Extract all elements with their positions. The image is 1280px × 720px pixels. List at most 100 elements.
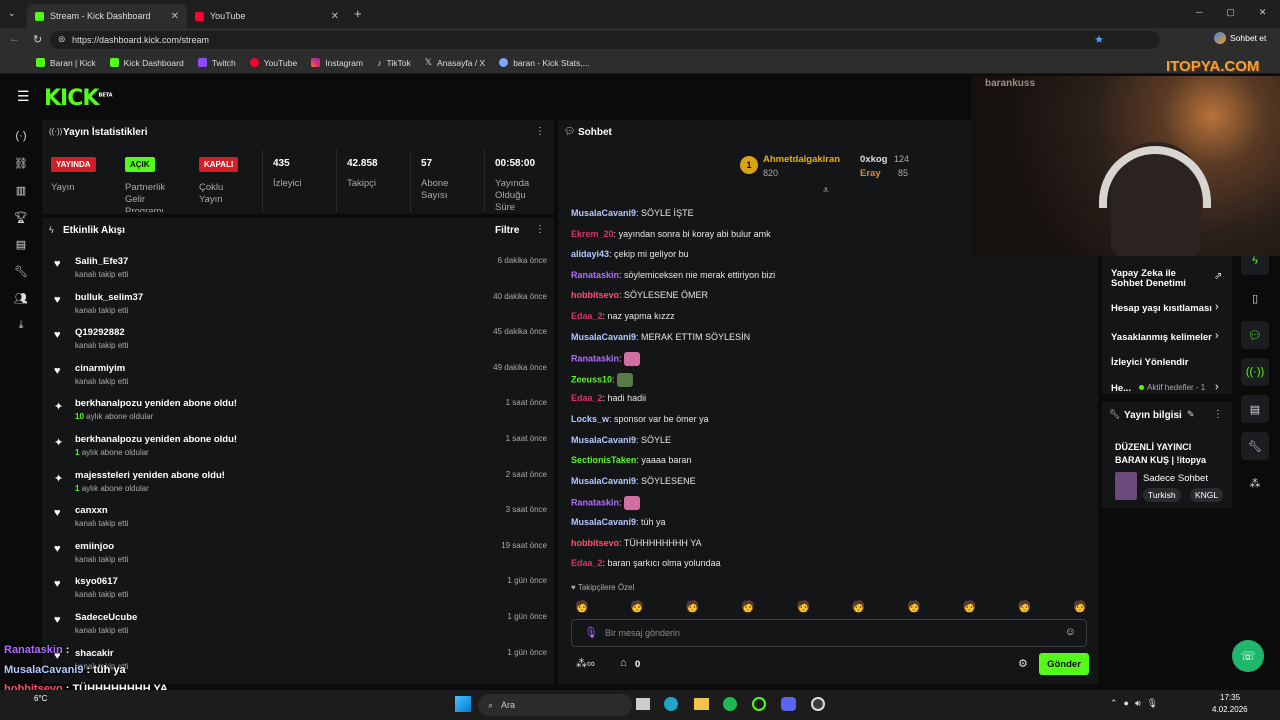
maximize-icon[interactable]: ▢ — [1226, 7, 1235, 18]
ai-moderation-item[interactable]: Yapay Zeka ile Sohbet Denetimi — [1111, 269, 1206, 289]
emote-icon[interactable]: 🧑 — [1018, 600, 1032, 613]
emoji-icon[interactable]: ☺ — [1065, 626, 1076, 638]
activity-username[interactable]: SadeceUcube — [75, 612, 137, 623]
chat-username[interactable]: alidayi43 — [571, 249, 609, 259]
chevron-right-icon[interactable]: › — [1215, 330, 1219, 342]
close-tab-icon[interactable]: ✕ — [171, 11, 179, 22]
activity-username[interactable]: berkhanalpozu yeniden abone oldu! — [75, 434, 237, 445]
activity-username[interactable]: ksyo0617 — [75, 576, 118, 587]
points-icon[interactable]: ⁂ — [1241, 469, 1269, 497]
leader-name[interactable]: Ahmetdalgakiran — [763, 154, 840, 165]
channel-points-icon[interactable]: ⁂∞ — [576, 657, 595, 670]
back-icon[interactable]: ← — [9, 33, 20, 45]
chat-settings-icon[interactable]: ⚙ — [1018, 657, 1028, 670]
chat-username[interactable]: Ekrem_20 — [571, 229, 614, 239]
close-tab-icon[interactable]: ✕ — [331, 11, 339, 22]
start-icon[interactable] — [455, 696, 471, 712]
chat-username[interactable]: Edaa_2 — [571, 311, 603, 321]
activity-username[interactable]: majessteleri yeniden abone oldu! — [75, 470, 225, 481]
taskbar-search[interactable]: ⌕ Ara — [478, 694, 632, 716]
spotify-icon[interactable] — [723, 697, 737, 711]
chat-username[interactable]: SectionisTaken — [571, 455, 636, 465]
tab-menu-icon[interactable]: ⌄ — [8, 8, 16, 19]
tab-youtube[interactable]: YouTube ✕ — [187, 4, 347, 28]
scroll-down-icon[interactable]: ⩡ — [823, 185, 829, 196]
emote-icon[interactable]: 🧑 — [686, 600, 700, 613]
leader-name[interactable]: 0xkog — [860, 154, 887, 165]
chat-username[interactable]: hobbitsevo — [571, 538, 619, 548]
filter-button[interactable]: Filtre — [495, 225, 519, 236]
emote-icon[interactable]: 🧑 — [796, 600, 810, 613]
emote-icon[interactable]: 🧑 — [907, 600, 921, 613]
chat-username[interactable]: MusalaCavani9 — [571, 476, 636, 486]
chat-username[interactable]: Ranataskin — [571, 498, 619, 508]
store-icon[interactable]: ⌂ — [620, 657, 627, 669]
leader-name[interactable]: Eray — [860, 168, 881, 179]
send-button[interactable]: Gönder — [1039, 653, 1089, 675]
taskview-icon[interactable] — [636, 698, 650, 710]
category-name[interactable]: Sadece Sohbet — [1143, 473, 1208, 484]
help-button[interactable]: ☏ — [1232, 640, 1264, 672]
chat-username[interactable]: Edaa_2 — [571, 558, 603, 568]
more-options-icon[interactable]: ⋮ — [1213, 409, 1223, 420]
stream-icon[interactable]: (·) — [14, 130, 28, 144]
favorite-star-icon[interactable]: ★ — [1094, 33, 1104, 46]
activity-username[interactable]: Salih_Efe37 — [75, 256, 128, 267]
bookmark-x[interactable]: 𝕏 Anasayfa / X — [425, 57, 485, 68]
activity-username[interactable]: bulluk_selim37 — [75, 292, 143, 303]
discord-icon[interactable] — [781, 697, 796, 711]
file-explorer-icon[interactable] — [694, 698, 709, 710]
analytics-icon[interactable]: ▥ — [14, 184, 28, 198]
external-link-icon[interactable]: ⇗ — [1214, 271, 1222, 282]
goals-label[interactable]: He... — [1111, 383, 1131, 394]
chat-username[interactable]: Locks_w — [571, 414, 609, 424]
more-options-icon[interactable]: ⋮ — [535, 126, 545, 137]
activity-username[interactable]: Q19292882 — [75, 327, 125, 338]
account-age-item[interactable]: Hesap yaşı kısıtlaması — [1111, 303, 1212, 314]
users-icon[interactable]: 👥︎ — [14, 292, 28, 306]
bookmark-twitch[interactable]: Twitch — [197, 58, 236, 68]
edit-icon[interactable]: ✎ — [1187, 409, 1195, 420]
upload-icon[interactable]: ⤓ — [14, 319, 28, 333]
broadcast-icon[interactable]: ((·)) — [1241, 358, 1269, 386]
microphone-icon[interactable]: 🎙︎ — [584, 626, 598, 639]
bookmark-instagram[interactable]: Instagram — [311, 58, 363, 68]
chat-input[interactable]: 🎙︎ Bir mesaj gönderin ☺ — [571, 619, 1087, 647]
link-icon[interactable]: ⛓ — [14, 157, 28, 171]
bookmark-baran-kick[interactable]: Baran | Kick — [36, 58, 96, 68]
chevron-right-icon[interactable]: › — [1215, 381, 1219, 393]
obs-icon[interactable] — [811, 697, 825, 711]
new-tab-icon[interactable]: + — [354, 6, 362, 21]
tab-kick-dashboard[interactable]: Stream - Kick Dashboard ✕ — [27, 4, 187, 28]
close-window-icon[interactable]: ✕ — [1259, 7, 1267, 18]
activity-username[interactable]: emiinjoo — [75, 541, 114, 552]
chat-username[interactable]: Ranataskin — [571, 270, 619, 280]
chat-username[interactable]: MusalaCavani9 — [571, 435, 636, 445]
activity-username[interactable]: berkhanalpozu yeniden abone oldu! — [75, 398, 237, 409]
app-icon[interactable] — [752, 697, 766, 711]
hamburger-menu-icon[interactable]: ☰ — [17, 88, 30, 105]
bookmark-kick-dashboard[interactable]: Kick Dashboard — [109, 58, 184, 68]
reload-icon[interactable]: ↻ — [33, 33, 42, 46]
layout-icon[interactable]: ▤ — [1241, 395, 1269, 423]
chat-username[interactable]: hobbitsevo — [571, 290, 619, 300]
chat-icon[interactable]: 💬︎ — [1241, 321, 1269, 349]
chat-username[interactable]: MusalaCavani9 — [571, 517, 636, 527]
chat-username[interactable]: Zeeuss10 — [571, 374, 612, 384]
tag-chip[interactable]: KNGL — [1190, 488, 1224, 502]
chat-username[interactable]: MusalaCavani9 — [571, 332, 636, 342]
chat-username[interactable]: MusalaCavani9 — [571, 208, 636, 218]
banned-words-item[interactable]: Yasaklanmış kelimeler — [1111, 332, 1212, 343]
emote-icon[interactable]: 🧑 — [852, 600, 866, 613]
more-options-icon[interactable]: ⋮ — [535, 224, 545, 235]
emote-icon[interactable]: 🧑 — [1073, 600, 1087, 613]
document-icon[interactable]: ▯ — [1241, 284, 1269, 312]
emote-icon[interactable]: 🧑 — [630, 600, 644, 613]
kick-logo[interactable]: KICKBETA — [44, 86, 113, 111]
edge-icon[interactable] — [664, 697, 678, 711]
emote-icon[interactable]: 🧑 — [575, 600, 589, 613]
copilot-button[interactable]: Sohbet et — [1214, 32, 1266, 44]
layout-icon[interactable]: ▤ — [14, 238, 28, 252]
activity-username[interactable]: canxxn — [75, 505, 108, 516]
wrench-icon[interactable]: 🔧︎ — [1241, 432, 1269, 460]
